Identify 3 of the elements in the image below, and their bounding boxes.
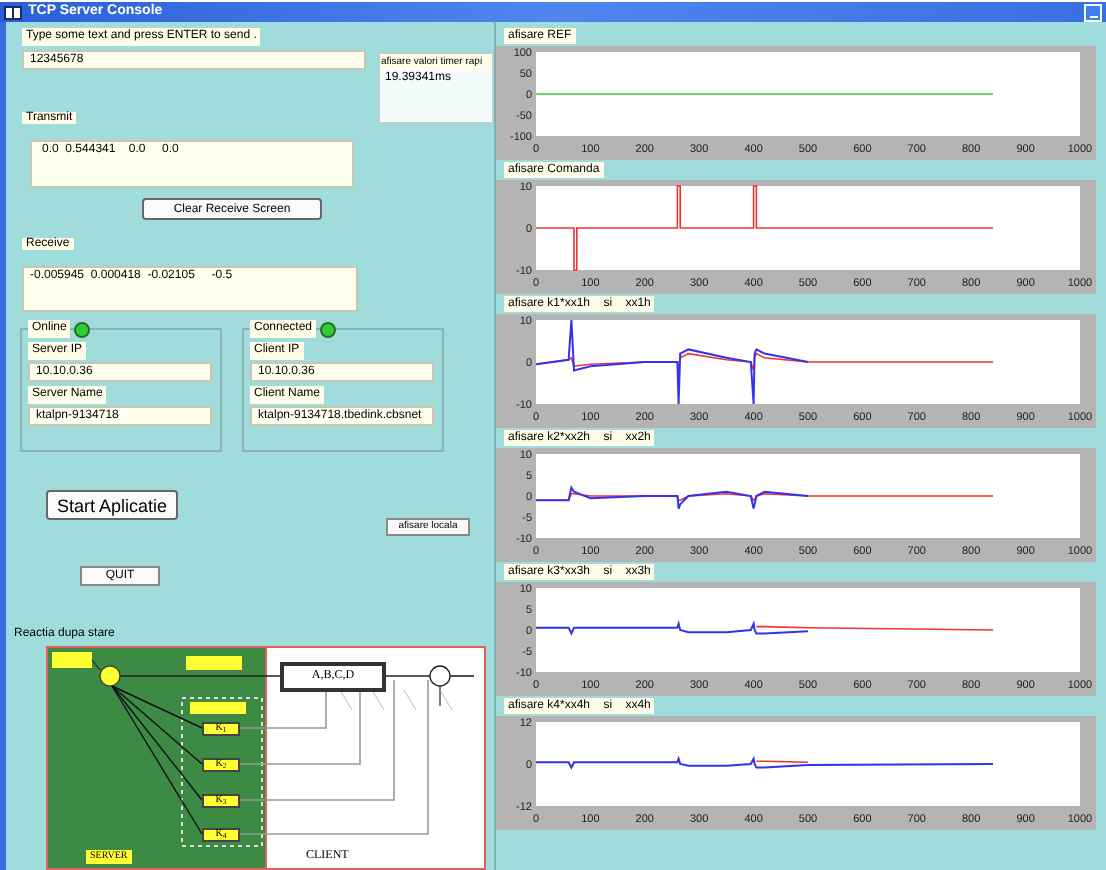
start-button[interactable]: Start Aplicatie <box>46 490 178 520</box>
app-icon <box>4 5 22 19</box>
minimize-button[interactable] <box>1084 3 1102 21</box>
